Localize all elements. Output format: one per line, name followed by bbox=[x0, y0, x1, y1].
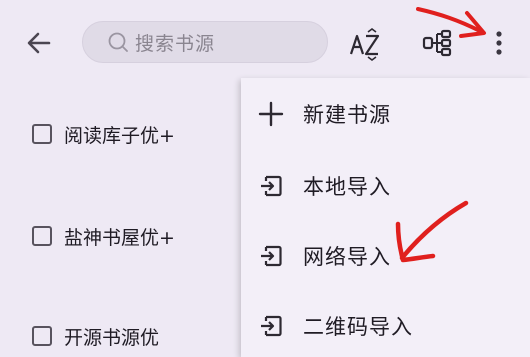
back-button[interactable] bbox=[20, 24, 58, 62]
sort-az-icon bbox=[349, 28, 380, 61]
source-item[interactable]: 盐神书屋优+ bbox=[32, 216, 175, 256]
menu-item-new-source[interactable]: 新建书源 bbox=[241, 84, 530, 144]
group-hierarchy-icon bbox=[422, 29, 452, 57]
menu-item-qrcode-import[interactable]: 二维码导入 bbox=[241, 296, 530, 356]
more-vertical-icon bbox=[496, 31, 502, 55]
search-input[interactable]: 搜索书源 bbox=[82, 21, 328, 63]
source-label: 盐神书屋优+ bbox=[64, 226, 175, 249]
import-icon bbox=[257, 172, 285, 200]
overflow-menu: 新建书源 本地导入 网络导入 二维码导入 bbox=[241, 78, 530, 357]
menu-item-label: 二维码导入 bbox=[303, 315, 413, 339]
menu-item-label: 网络导入 bbox=[303, 245, 391, 269]
menu-item-label: 新建书源 bbox=[303, 103, 391, 127]
source-checkbox[interactable] bbox=[32, 326, 52, 346]
group-button[interactable] bbox=[418, 24, 458, 62]
import-icon bbox=[257, 312, 285, 340]
arrow-left-icon bbox=[27, 32, 51, 54]
search-icon bbox=[107, 31, 129, 53]
source-checkbox[interactable] bbox=[32, 124, 52, 144]
import-icon bbox=[257, 242, 285, 270]
top-app-bar: 搜索书源 bbox=[0, 0, 530, 84]
more-options-button[interactable] bbox=[484, 24, 514, 62]
source-item[interactable]: 阅读库子优+ bbox=[32, 114, 175, 154]
sort-button[interactable] bbox=[346, 26, 386, 62]
source-checkbox[interactable] bbox=[32, 226, 52, 246]
menu-item-local-import[interactable]: 本地导入 bbox=[241, 156, 530, 216]
source-label: 阅读库子优+ bbox=[64, 124, 175, 147]
source-label: 开源书源优 bbox=[64, 326, 160, 349]
search-placeholder: 搜索书源 bbox=[135, 32, 216, 55]
menu-item-network-import[interactable]: 网络导入 bbox=[241, 226, 530, 286]
source-item[interactable]: 开源书源优 bbox=[32, 316, 159, 356]
plus-icon bbox=[257, 100, 285, 128]
menu-item-label: 本地导入 bbox=[303, 175, 391, 199]
book-source-list: 阅读库子优+ 盐神书屋优+ 开源书源优 bbox=[0, 84, 240, 357]
